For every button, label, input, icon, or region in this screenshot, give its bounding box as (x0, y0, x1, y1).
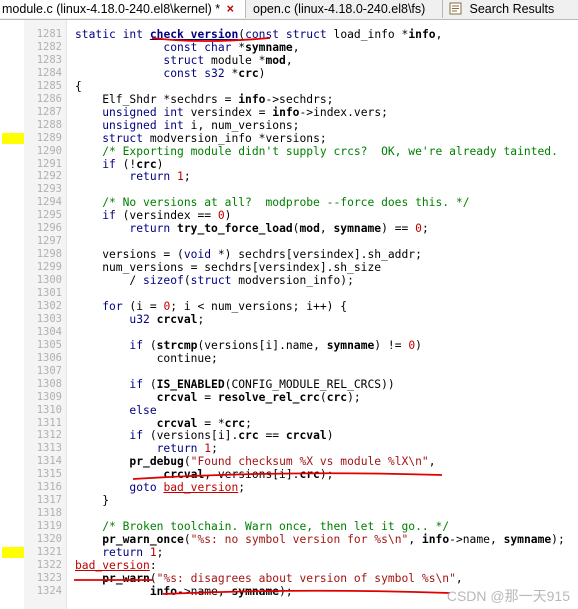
close-tab-icon[interactable]: × (227, 2, 234, 16)
line-number: 1315 (36, 468, 62, 481)
code-line[interactable]: bad_version: (75, 559, 157, 572)
code-line[interactable]: /* Broken toolchain. Warn once, then let… (75, 520, 449, 533)
line-number: 1297 (36, 235, 62, 248)
tab-label: module.c (linux-4.18.0-240.el8\kernel) * (2, 2, 221, 16)
code-editor[interactable]: 1281 static int check_version(const struc… (0, 20, 578, 609)
line-number: 1304 (36, 325, 62, 338)
line-number: 1284 (36, 66, 62, 79)
line-number: 1292 (36, 170, 62, 183)
line-number: 1291 (36, 157, 62, 170)
line-number: 1288 (36, 118, 62, 131)
code-line[interactable]: { (75, 80, 82, 93)
line-number: 1281 (36, 28, 62, 40)
tab-bar: module.c (linux-4.18.0-240.el8\kernel) *… (0, 0, 578, 20)
code-line[interactable]: crcval, versions[i].crc); (75, 468, 333, 481)
code-line[interactable]: continue; (75, 352, 218, 365)
fold-guide (66, 20, 67, 609)
code-line[interactable]: versions = (void *) sechdrs[versindex].s… (75, 248, 422, 261)
line-number: 1307 (36, 364, 62, 377)
line-number: 1309 (36, 390, 62, 403)
bookmark-marker[interactable] (2, 547, 24, 558)
line-number: 1283 (36, 53, 62, 66)
line-number: 1320 (36, 533, 62, 546)
code-line[interactable]: struct modversion_info *versions; (75, 132, 326, 145)
code-line[interactable]: return 1; (75, 546, 163, 559)
line-number: 1322 (36, 558, 62, 571)
line-number: 1323 (36, 571, 62, 584)
code-line[interactable]: if (versindex == 0) (75, 209, 231, 222)
tab-module-c[interactable]: module.c (linux-4.18.0-240.el8\kernel) *… (0, 0, 246, 18)
code-line[interactable]: goto bad_version; (75, 481, 245, 494)
line-number: 1299 (36, 261, 62, 274)
code-line[interactable]: else (75, 404, 156, 417)
line-number: 1321 (36, 546, 62, 558)
tab-open-c[interactable]: open.c (linux-4.18.0-240.el8\fs) (249, 0, 443, 18)
code-line[interactable]: return try_to_force_load(mod, symname) =… (75, 222, 428, 235)
line-number: 1310 (36, 403, 62, 416)
code-line[interactable]: const char *symname, (75, 41, 299, 54)
line-number: 1303 (36, 312, 62, 325)
code-line[interactable]: return 1; (75, 442, 218, 455)
line-number: 1302 (36, 299, 62, 312)
code-line[interactable]: pr_warn_once("%s: no symbol version for … (75, 533, 565, 546)
line-number: 1311 (36, 416, 62, 429)
tab-label: Search Results (469, 2, 555, 16)
bookmark-marker[interactable] (2, 132, 24, 144)
code-line[interactable]: static int check_version(const struct lo… (75, 28, 442, 41)
code-line[interactable]: const s32 *crc) (75, 67, 265, 80)
line-number: 1308 (36, 377, 62, 390)
line-number: 1305 (36, 338, 62, 351)
code-line[interactable]: crcval = resolve_rel_crc(crc); (75, 391, 361, 404)
line-number: 1314 (36, 455, 62, 468)
line-number: 1296 (36, 222, 62, 235)
marker-column (0, 20, 24, 609)
code-line[interactable]: u32 crcval; (75, 313, 204, 326)
code-line[interactable]: pr_debug("Found checksum %X vs module %l… (75, 455, 435, 468)
code-line[interactable]: for (i = 0; i < num_versions; i++) { (75, 300, 347, 313)
line-number: 1295 (36, 209, 62, 222)
line-number: 1293 (36, 183, 62, 196)
line-number: 1286 (36, 92, 62, 105)
line-number: 1298 (36, 248, 62, 261)
code-line[interactable]: / sizeof(struct modversion_info); (75, 274, 353, 287)
line-number: 1316 (36, 481, 62, 494)
line-number: 1285 (36, 79, 62, 92)
code-line[interactable]: /* No versions at all? modprobe --force … (75, 196, 469, 209)
code-line[interactable]: unsigned int i, num_versions; (75, 119, 299, 132)
tab-label: open.c (linux-4.18.0-240.el8\fs) (253, 2, 426, 16)
line-number: 1287 (36, 105, 62, 118)
code-line[interactable]: if (IS_ENABLED(CONFIG_MODULE_REL_CRCS)) (75, 378, 394, 391)
code-line[interactable]: /* Exporting module didn't supply crcs? … (75, 145, 558, 158)
line-number: 1312 (36, 429, 62, 442)
code-line[interactable]: return 1; (75, 170, 190, 183)
line-number: 1289 (36, 131, 62, 144)
code-line[interactable]: } (75, 494, 109, 507)
tab-search-results[interactable]: Search Results (446, 0, 578, 18)
line-number: 1290 (36, 144, 62, 157)
line-number: 1301 (36, 287, 62, 299)
code-line[interactable]: Elf_Shdr *sechdrs = info->sechdrs; (75, 93, 333, 106)
line-number: 1306 (36, 351, 62, 364)
code-line[interactable]: num_versions = sechdrs[versindex].sh_siz… (75, 261, 381, 274)
line-number: 1318 (36, 507, 62, 520)
code-line[interactable]: info->name, symname); (75, 585, 293, 598)
code-line[interactable]: if (versions[i].crc == crcval) (75, 429, 333, 442)
code-line[interactable]: if (!crc) (75, 158, 163, 171)
code-line[interactable]: if (strcmp(versions[i].name, symname) !=… (75, 339, 422, 352)
code-line[interactable]: struct module *mod, (75, 54, 292, 67)
line-number: 1300 (36, 274, 62, 287)
search-results-icon (449, 2, 462, 15)
line-number: 1313 (36, 442, 62, 455)
code-line[interactable]: crcval = *crc; (75, 417, 252, 430)
line-number: 1294 (36, 196, 62, 209)
watermark: CSDN @那一天915 (446, 588, 570, 604)
line-number: 1317 (36, 494, 62, 507)
line-number: 1282 (36, 40, 62, 53)
line-number: 1319 (36, 520, 62, 533)
line-number: 1324 (36, 584, 62, 597)
code-line[interactable]: pr_warn("%s: disagrees about version of … (75, 572, 463, 585)
code-line[interactable]: unsigned int versindex = info->index.ver… (75, 106, 388, 119)
